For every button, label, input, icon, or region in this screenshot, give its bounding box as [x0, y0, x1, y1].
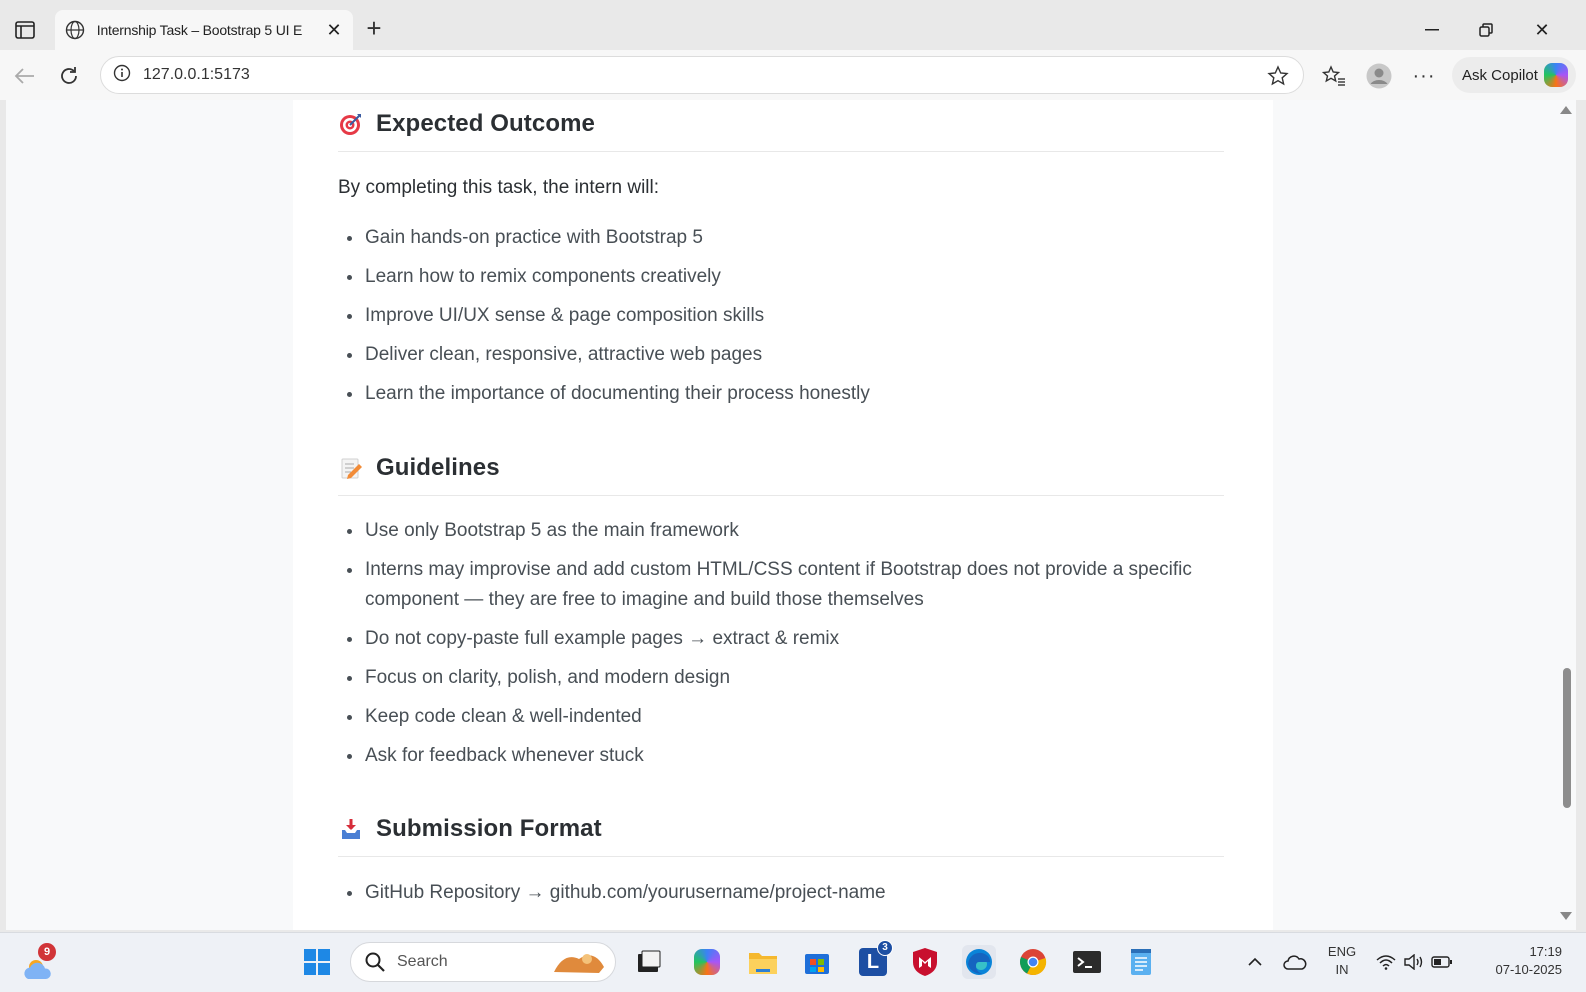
more-options-icon[interactable]: ···	[1410, 62, 1438, 90]
url-text: 127.0.0.1:5173	[143, 66, 250, 83]
microsoft-store-icon[interactable]	[800, 945, 834, 979]
list-item: Learn how to remix components creatively	[345, 262, 1215, 292]
section-title: Guidelines	[376, 454, 500, 481]
tab-close-icon[interactable]: ✕	[325, 20, 343, 41]
copilot-logo-icon	[1544, 63, 1568, 87]
list-item: Focus on clarity, polish, and modern des…	[345, 663, 1215, 693]
terminal-icon[interactable]	[1070, 945, 1104, 979]
tab-actions-icon[interactable]	[12, 18, 38, 42]
search-icon	[365, 952, 385, 972]
close-window-icon[interactable]: ✕	[1522, 18, 1562, 42]
expected-outcome-list: Gain hands-on practice with Bootstrap 5 …	[345, 223, 1215, 418]
section-submission-format-heading: Submission Format	[338, 815, 1224, 857]
clock-date: 07-10-2025	[1495, 962, 1563, 977]
target-icon	[338, 111, 364, 137]
memo-icon	[338, 455, 364, 481]
ask-copilot-label: Ask Copilot	[1462, 66, 1538, 84]
language-line1: ENG	[1327, 944, 1357, 959]
reload-icon[interactable]	[56, 63, 82, 89]
section-expected-outcome-heading: Expected Outcome	[338, 110, 1224, 152]
minimize-icon[interactable]	[1412, 18, 1452, 42]
volume-icon[interactable]	[1402, 945, 1426, 979]
l-app-icon[interactable]: L 3	[856, 940, 893, 979]
globe-icon	[65, 19, 87, 41]
list-item: Learn the importance of documenting thei…	[345, 379, 1215, 409]
notepad-icon[interactable]	[1124, 945, 1158, 979]
windows-start-icon[interactable]	[300, 945, 334, 979]
language-line2: IN	[1335, 962, 1349, 977]
app-notification-badge: 3	[877, 940, 893, 956]
scroll-down-arrow-icon[interactable]	[1560, 912, 1572, 920]
profile-avatar-icon[interactable]	[1365, 62, 1393, 90]
search-highlight-icon	[554, 954, 604, 973]
file-explorer-icon[interactable]	[746, 945, 780, 979]
section-guidelines-heading: Guidelines	[338, 454, 1224, 496]
address-bar[interactable]: 127.0.0.1:5173	[100, 56, 1304, 94]
search-label: Search	[397, 953, 448, 970]
back-arrow-icon[interactable]	[12, 63, 38, 89]
new-tab-icon[interactable]: +	[360, 15, 388, 41]
taskbar-search-input[interactable]: Search	[350, 942, 616, 982]
scroll-thumb[interactable]	[1563, 668, 1571, 808]
list-item: Keep code clean & well-indented	[345, 702, 1215, 732]
inbox-tray-icon	[338, 816, 364, 842]
wifi-icon[interactable]	[1374, 945, 1398, 979]
browser-titlebar: Internship Task – Bootstrap 5 UI E ✕ + ✕	[0, 8, 1586, 50]
favorite-star-icon[interactable]	[1267, 65, 1289, 92]
list-item: Ask for feedback whenever stuck	[345, 741, 1215, 771]
chevron-up-icon[interactable]	[1243, 945, 1267, 979]
submission-format-list: GitHub Repository → github.com/yourusern…	[345, 878, 1215, 917]
content-card: Expected Outcome By completing this task…	[293, 100, 1273, 930]
guidelines-list: Use only Bootstrap 5 as the main framewo…	[345, 516, 1215, 780]
scroll-up-arrow-icon[interactable]	[1560, 106, 1572, 114]
section-title: Submission Format	[376, 815, 602, 842]
mcafee-shield-icon[interactable]	[908, 945, 942, 979]
browser-toolbar: 127.0.0.1:5173 ··· Ask Copilot	[0, 50, 1586, 100]
list-item: Do not copy-paste full example pages → e…	[345, 624, 1215, 654]
clock-time: 17:19	[1529, 944, 1562, 959]
restore-icon[interactable]	[1466, 18, 1506, 42]
vertical-scrollbar[interactable]	[1558, 100, 1576, 930]
chrome-browser-icon[interactable]	[1016, 945, 1050, 979]
list-item: Interns may improvise and add custom HTM…	[345, 555, 1215, 615]
copilot-app-icon[interactable]	[690, 945, 724, 979]
clock[interactable]: 17:19 07-10-2025	[1472, 943, 1563, 979]
browser-tab-active[interactable]: Internship Task – Bootstrap 5 UI E ✕	[55, 10, 353, 50]
list-item: GitHub Repository → github.com/yourusern…	[345, 878, 1215, 908]
onedrive-cloud-icon[interactable]	[1280, 945, 1310, 979]
battery-icon[interactable]	[1430, 945, 1454, 979]
ask-copilot-button[interactable]: Ask Copilot	[1452, 57, 1576, 93]
section-lead-text: By completing this task, the intern will…	[338, 177, 660, 198]
weather-widget[interactable]: 9	[22, 943, 62, 983]
favorites-icon[interactable]	[1320, 62, 1348, 90]
windows-taskbar: 9 Search L 3 ENG IN 17:19 07-10-2025	[0, 932, 1586, 992]
tab-title: Internship Task – Bootstrap 5 UI E	[96, 22, 303, 38]
language-indicator[interactable]: ENG IN	[1326, 943, 1358, 979]
site-info-icon[interactable]	[113, 64, 131, 87]
list-item: Improve UI/UX sense & page composition s…	[345, 301, 1215, 331]
list-item: Gain hands-on practice with Bootstrap 5	[345, 223, 1215, 253]
page-viewport: Expected Outcome By completing this task…	[6, 100, 1576, 930]
list-item: Deliver clean, responsive, attractive we…	[345, 340, 1215, 370]
section-title: Expected Outcome	[376, 110, 595, 137]
task-view-icon[interactable]	[632, 945, 666, 979]
list-item: Use only Bootstrap 5 as the main framewo…	[345, 516, 1215, 546]
edge-browser-icon[interactable]	[962, 945, 996, 979]
notification-badge: 9	[38, 943, 56, 961]
